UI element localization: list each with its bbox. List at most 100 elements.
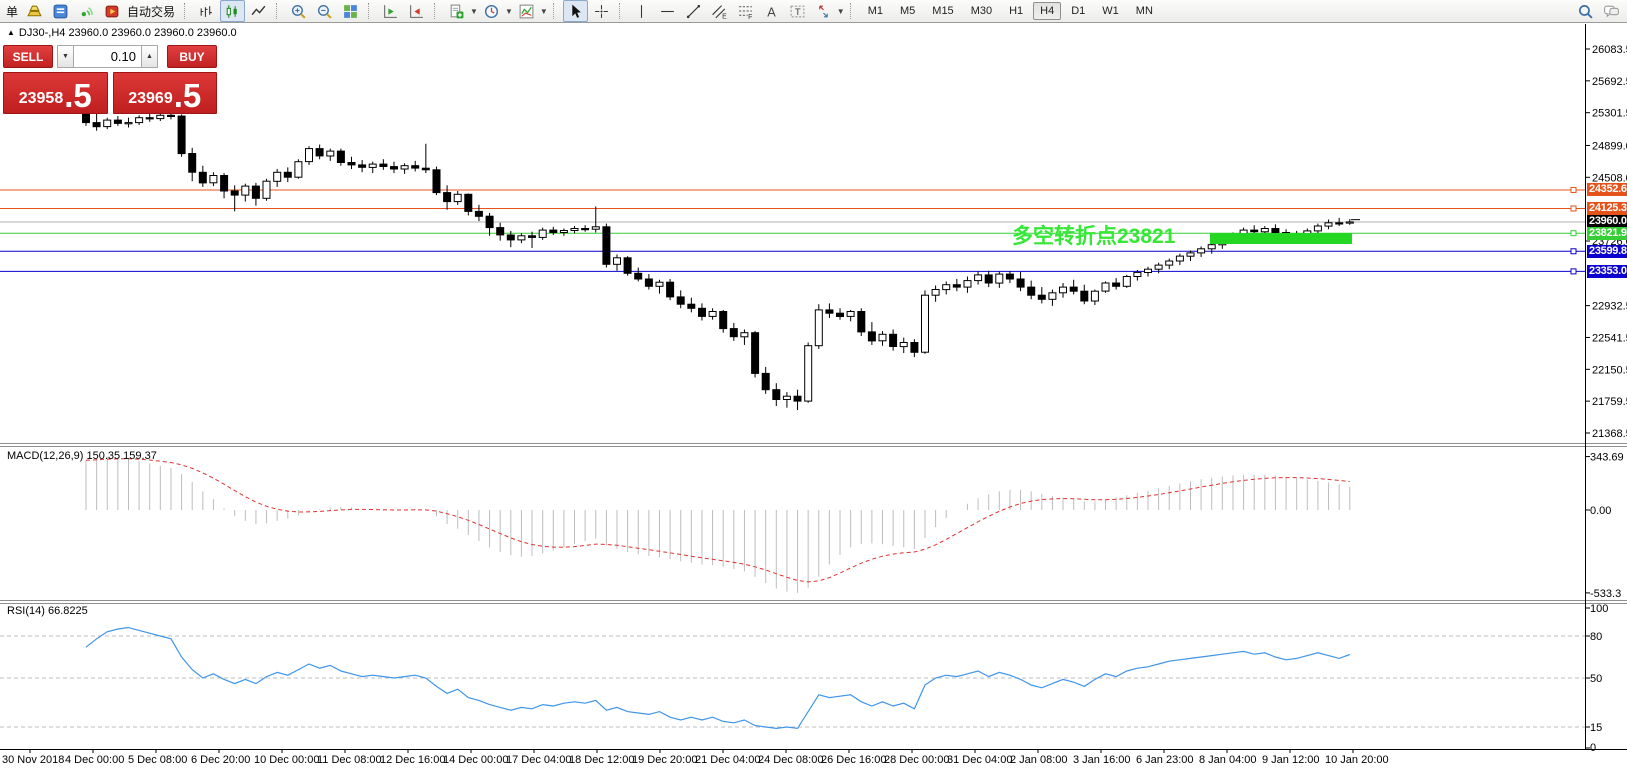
- volume-increase-button[interactable]: ▲: [141, 45, 158, 68]
- svg-text:21368.5: 21368.5: [1592, 428, 1627, 440]
- svg-text:9 Jan 12:00: 9 Jan 12:00: [1262, 754, 1320, 766]
- svg-text:F: F: [748, 13, 752, 19]
- svg-text:22150.5: 22150.5: [1592, 364, 1627, 376]
- chart-canvas[interactable]: 26083.525692.525301.524899.024508.023726…: [0, 0, 1627, 768]
- svg-text:28 Dec 00:00: 28 Dec 00:00: [884, 754, 949, 766]
- svg-text:17 Dec 04:00: 17 Dec 04:00: [506, 754, 571, 766]
- timeframe-d1-button[interactable]: D1: [1064, 2, 1092, 20]
- toolbar-separator: [368, 3, 373, 19]
- svg-text:3 Jan 16:00: 3 Jan 16:00: [1073, 754, 1131, 766]
- svg-text:30 Nov 2018: 30 Nov 2018: [2, 754, 64, 766]
- svg-text:14 Dec 00:00: 14 Dec 00:00: [443, 754, 508, 766]
- collapse-panel-arrow-icon[interactable]: ▲: [7, 28, 15, 37]
- svg-text:6 Dec 20:00: 6 Dec 20:00: [191, 754, 250, 766]
- orders-label[interactable]: 单: [3, 3, 21, 20]
- svg-text:E: E: [722, 13, 727, 20]
- svg-text:31 Dec 04:00: 31 Dec 04:00: [947, 754, 1012, 766]
- timeframe-m5-button[interactable]: M5: [893, 2, 922, 20]
- svg-text:22541.5: 22541.5: [1592, 332, 1627, 344]
- svg-text:8 Jan 04:00: 8 Jan 04:00: [1199, 754, 1257, 766]
- level-price-badge: 23599.8: [1587, 245, 1627, 258]
- candlestick-chart-icon[interactable]: [220, 0, 246, 22]
- indicators-icon[interactable]: [514, 0, 539, 22]
- new-order-dropdown-arrow[interactable]: ▼: [470, 7, 478, 16]
- autotrading-icon[interactable]: [100, 0, 125, 22]
- text-icon[interactable]: A: [759, 0, 784, 22]
- fibonacci-icon[interactable]: F: [733, 0, 758, 22]
- svg-text:T: T: [795, 7, 801, 18]
- timeframe-m1-button[interactable]: M1: [861, 2, 890, 20]
- chart-shift-icon[interactable]: [404, 0, 429, 22]
- signal-icon[interactable]: [74, 0, 99, 22]
- svg-text:21 Dec 04:00: 21 Dec 04:00: [695, 754, 760, 766]
- svg-text:6 Jan 23:00: 6 Jan 23:00: [1136, 754, 1194, 766]
- arrows-dropdown-arrow[interactable]: ▼: [837, 7, 845, 16]
- trendline-icon[interactable]: [681, 0, 706, 22]
- crosshair-icon[interactable]: [589, 0, 614, 22]
- news-icon[interactable]: [48, 0, 73, 22]
- toolbar-separator: [849, 3, 855, 19]
- level-price-badge: 23353.0: [1587, 265, 1627, 278]
- svg-text:25301.5: 25301.5: [1592, 108, 1627, 120]
- toolbar-separator: [276, 3, 281, 19]
- cursor-icon[interactable]: [562, 0, 588, 22]
- text-label-icon[interactable]: T: [785, 0, 810, 22]
- svg-text:19 Dec 20:00: 19 Dec 20:00: [632, 754, 697, 766]
- clock-dropdown-arrow[interactable]: ▼: [505, 7, 513, 16]
- buy-price-pip: .5: [173, 77, 202, 114]
- auto-scroll-icon[interactable]: [378, 0, 403, 22]
- sell-button[interactable]: SELL: [3, 45, 53, 68]
- line-chart-icon[interactable]: [246, 0, 271, 22]
- svg-text:2 Jan 08:00: 2 Jan 08:00: [1010, 754, 1068, 766]
- macd-indicator-label: MACD(12,26,9) 150.35 159.37: [7, 450, 157, 462]
- tile-windows-icon[interactable]: [338, 0, 363, 22]
- annotation-text[interactable]: 多空转折点23821: [1012, 220, 1175, 250]
- rsi-indicator-label: RSI(14) 66.8225: [7, 605, 88, 617]
- svg-text:11 Dec 08:00: 11 Dec 08:00: [317, 754, 382, 766]
- toolbar-separator: [184, 3, 189, 19]
- svg-text:5 Dec 08:00: 5 Dec 08:00: [128, 754, 187, 766]
- timeframe-m30-button[interactable]: M30: [964, 2, 999, 20]
- svg-text:A: A: [767, 4, 776, 19]
- svg-text:80: 80: [1590, 631, 1602, 643]
- buy-button[interactable]: BUY: [167, 45, 217, 68]
- svg-text:24 Dec 08:00: 24 Dec 08:00: [758, 754, 823, 766]
- main-toolbar: 单 自动交易 ▼ ▼ ▼ E F A T ▼ M1 M5 M15 M30 H1 H4 D1 W1 MN: [0, 0, 1627, 23]
- one-click-trading-panel: SELL ▼ ▲ BUY 23958.5 23969.5: [3, 45, 217, 114]
- new-order-icon[interactable]: [444, 0, 469, 22]
- bar-chart-icon[interactable]: [194, 0, 219, 22]
- timeframe-h4-button[interactable]: H4: [1033, 2, 1062, 20]
- gold-bars-icon[interactable]: [22, 0, 47, 22]
- svg-text:21759.5: 21759.5: [1592, 396, 1627, 408]
- svg-text:26083.5: 26083.5: [1592, 44, 1627, 56]
- zoom-in-icon[interactable]: [286, 0, 311, 22]
- trading-platform-window: 单 自动交易 ▼ ▼ ▼ E F A T ▼ M1 M5 M15 M30 H1 H4 D1 W1 MN 26083.…: [0, 0, 1627, 768]
- level-price-badge: 24352.6: [1587, 183, 1627, 196]
- vertical-line-icon[interactable]: [629, 0, 654, 22]
- sell-price-button[interactable]: 23958.5: [3, 72, 108, 114]
- timeframe-h1-button[interactable]: H1: [1002, 2, 1030, 20]
- svg-text:0: 0: [1590, 742, 1596, 754]
- timeframe-mn-button[interactable]: MN: [1129, 2, 1160, 20]
- clock-icon[interactable]: [479, 0, 504, 22]
- timeframe-w1-button[interactable]: W1: [1095, 2, 1126, 20]
- toolbar-separator: [618, 3, 624, 19]
- buy-price-button[interactable]: 23969.5: [112, 72, 217, 114]
- indicators-dropdown-arrow[interactable]: ▼: [540, 7, 548, 16]
- chat-icon[interactable]: [1599, 0, 1624, 22]
- volume-decrease-button[interactable]: ▼: [57, 45, 74, 68]
- sell-price-main: 23958: [18, 90, 64, 107]
- arrows-icon[interactable]: [811, 0, 836, 22]
- autotrading-label: 自动交易: [127, 4, 176, 19]
- volume-stepper: ▼ ▲: [57, 45, 163, 68]
- equidistant-channel-icon[interactable]: E: [707, 0, 732, 22]
- svg-text:343.69: 343.69: [1590, 452, 1624, 464]
- search-icon[interactable]: [1573, 0, 1598, 22]
- zoom-out-icon[interactable]: [312, 0, 337, 22]
- svg-text:18 Dec 12:00: 18 Dec 12:00: [569, 754, 634, 766]
- timeframe-m15-button[interactable]: M15: [925, 2, 960, 20]
- level-price-badge: 24125.3: [1587, 202, 1627, 215]
- volume-input[interactable]: [74, 45, 141, 68]
- horizontal-line-icon[interactable]: [655, 0, 680, 22]
- svg-text:12 Dec 16:00: 12 Dec 16:00: [380, 754, 445, 766]
